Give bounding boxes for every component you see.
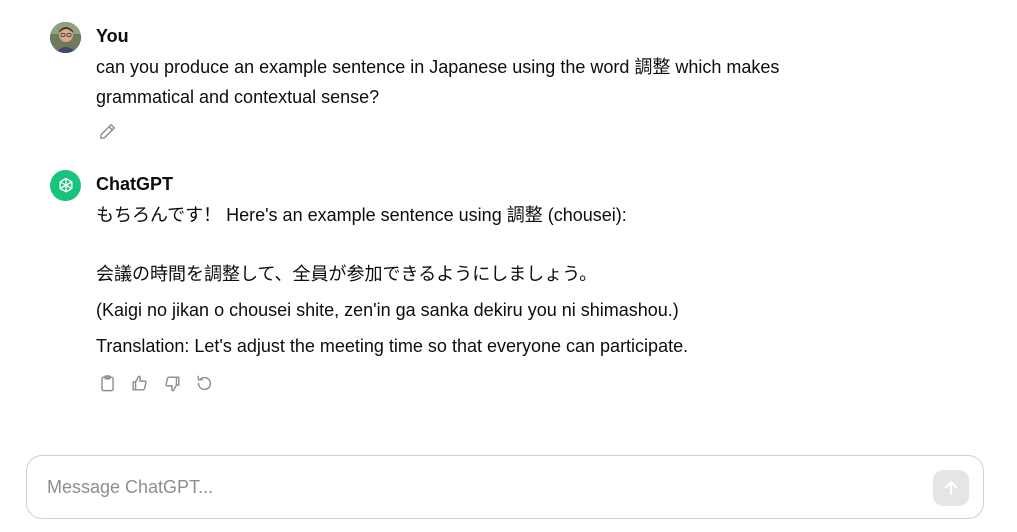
user-author-name: You xyxy=(96,26,129,46)
regenerate-button[interactable] xyxy=(193,372,215,394)
thumbs-up-button[interactable] xyxy=(128,372,150,394)
edit-message-button[interactable] xyxy=(96,120,118,142)
assistant-japanese-sentence: 会議の時間を調整して、全員が参加できるようにしましょう。 xyxy=(96,264,598,284)
regenerate-icon xyxy=(196,375,211,390)
user-message-line-2: grammatical and contextual sense? xyxy=(96,87,380,107)
chatgpt-avatar xyxy=(50,170,81,201)
pencil-icon xyxy=(99,123,115,139)
assistant-translation: Translation: Let's adjust the meeting ti… xyxy=(96,336,689,356)
clipboard-icon xyxy=(100,374,114,391)
user-message-line-1: can you produce an example sentence in J… xyxy=(96,57,780,77)
message-composer xyxy=(26,455,984,519)
thumbs-down-icon xyxy=(164,375,180,391)
thumbs-up-icon xyxy=(131,375,147,391)
assistant-intro: もちろんです！ Here's an example sentence using… xyxy=(96,205,627,225)
user-avatar xyxy=(50,22,81,53)
arrow-up-icon xyxy=(945,481,957,495)
openai-logo-icon xyxy=(59,177,72,192)
assistant-romaji: (Kaigi no jikan o chousei shite, zen'in … xyxy=(96,300,679,320)
send-button[interactable] xyxy=(933,470,969,506)
message-input[interactable] xyxy=(47,468,907,506)
assistant-author-name: ChatGPT xyxy=(96,174,174,194)
copy-button[interactable] xyxy=(96,372,118,394)
thumbs-down-button[interactable] xyxy=(161,372,183,394)
chat-page: You can you produce an example sentence … xyxy=(0,0,1017,532)
